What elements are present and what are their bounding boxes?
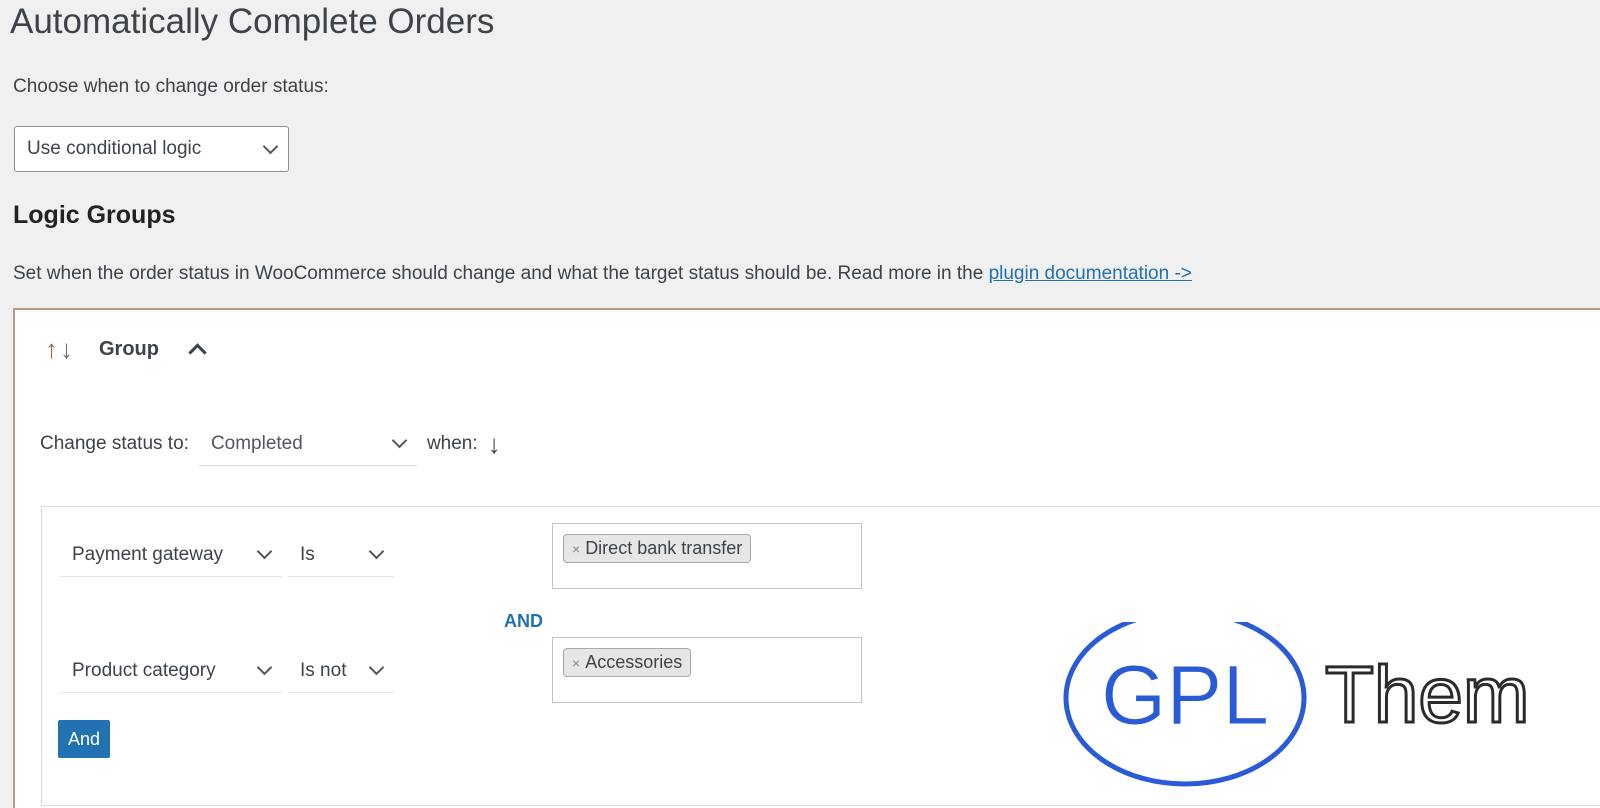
plugin-documentation-link[interactable]: plugin documentation -> <box>989 263 1192 284</box>
chevron-down-icon <box>368 543 385 560</box>
condition-field-select[interactable]: Payment gateway <box>60 533 282 577</box>
chevron-down-icon <box>262 138 279 154</box>
condition-field-value: Product category <box>72 659 216 681</box>
status-mode-value: Use conditional logic <box>27 138 202 159</box>
condition-field-value: Payment gateway <box>72 543 224 565</box>
arrow-down-icon[interactable]: ↓ <box>488 429 501 460</box>
condition-field-select[interactable]: Product category <box>60 649 282 693</box>
value-tag: × Direct bank transfer <box>563 534 752 563</box>
add-and-condition-button[interactable]: And <box>58 720 111 758</box>
order-status-trigger-label: Choose when to change order status: <box>13 76 329 97</box>
target-status-value: Completed <box>210 432 303 454</box>
conditions-box: Payment gateway Is × Direct bank transfe… <box>41 506 1600 806</box>
value-tag: × Accessories <box>563 648 692 677</box>
remove-tag-icon[interactable]: × <box>572 655 580 671</box>
logic-group-panel: ↑ ↓ Group Change status to: Completed wh… <box>13 308 1600 808</box>
arrow-up-icon[interactable]: ↑ <box>45 336 58 362</box>
value-tag-label: Accessories <box>585 652 683 672</box>
sort-handle[interactable]: ↑ ↓ <box>45 336 73 362</box>
target-status-select[interactable]: Completed <box>198 422 417 466</box>
change-status-row: Change status to: Completed when: ↓ <box>40 422 501 466</box>
chevron-down-icon <box>256 659 273 676</box>
chevron-up-icon <box>187 342 207 362</box>
remove-tag-icon[interactable]: × <box>572 541 580 557</box>
value-tag-label: Direct bank transfer <box>585 538 743 558</box>
arrow-down-icon[interactable]: ↓ <box>60 336 73 362</box>
when-label: when: <box>426 433 478 454</box>
condition-value-input[interactable]: × Accessories <box>552 637 862 703</box>
group-header: ↑ ↓ Group <box>45 336 207 362</box>
and-operator-label: AND <box>504 611 543 631</box>
condition-operator-select[interactable]: Is not <box>288 649 394 693</box>
logic-groups-title: Logic Groups <box>13 201 176 229</box>
chevron-down-icon <box>368 659 385 676</box>
condition-operator-select[interactable]: Is <box>288 533 394 577</box>
logic-groups-description: Set when the order status in WooCommerce… <box>13 263 1192 285</box>
group-label: Group <box>99 337 159 360</box>
condition-operator-value: Is <box>300 543 315 565</box>
page-title: Automatically Complete Orders <box>10 2 495 41</box>
collapse-group-button[interactable] <box>187 340 207 362</box>
status-mode-select[interactable]: Use conditional logic <box>14 126 289 172</box>
condition-operator-value: Is not <box>300 659 347 681</box>
change-status-label: Change status to: <box>40 433 189 454</box>
chevron-down-icon <box>391 432 408 449</box>
condition-value-input[interactable]: × Direct bank transfer <box>552 523 862 589</box>
description-text: Set when the order status in WooCommerce… <box>13 263 984 284</box>
chevron-down-icon <box>256 543 273 560</box>
